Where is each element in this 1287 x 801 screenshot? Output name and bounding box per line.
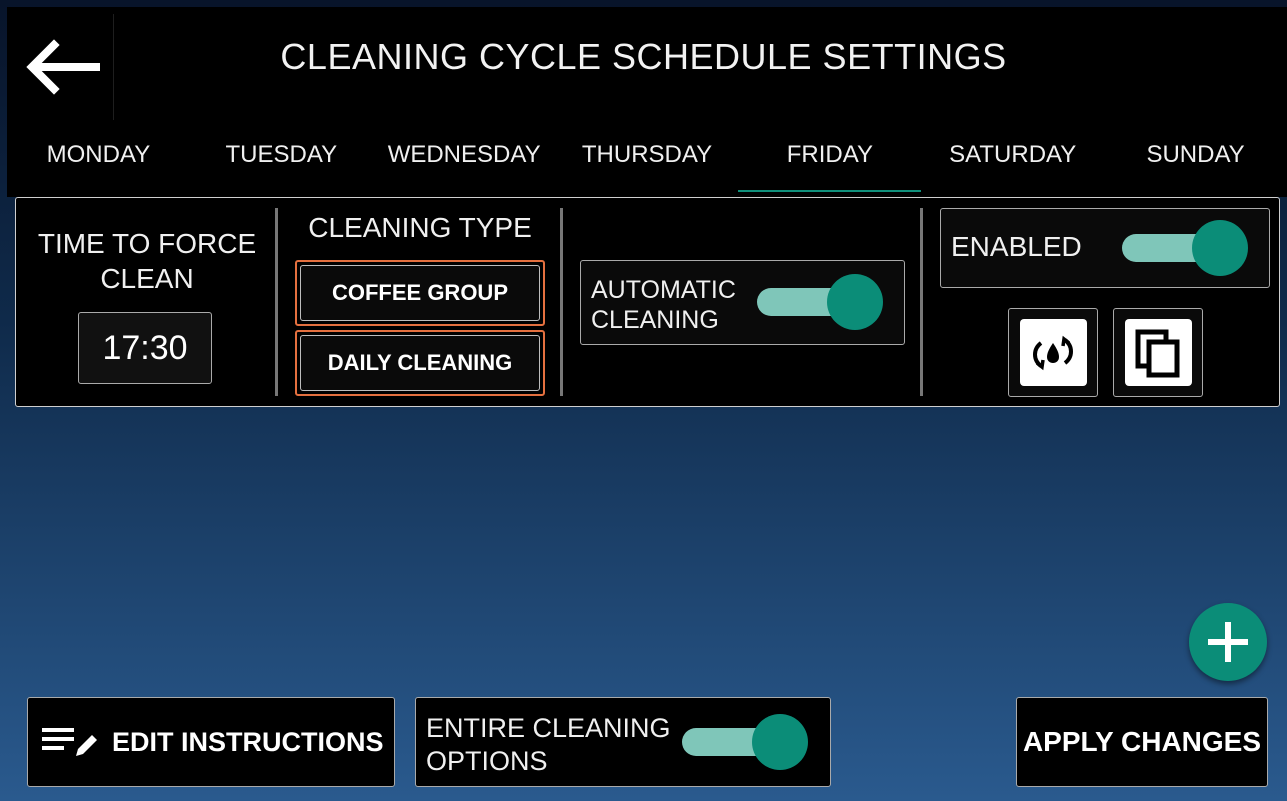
divider <box>560 208 563 396</box>
apply-changes-button[interactable]: APPLY CHANGES <box>1016 697 1268 787</box>
automatic-cleaning-label: AUTOMATIC CLEANING <box>591 276 736 334</box>
tab-sunday[interactable]: SUNDAY <box>1104 120 1287 194</box>
enabled-box: ENABLED <box>940 208 1270 288</box>
automatic-cleaning-box: AUTOMATIC CLEANING <box>580 260 905 345</box>
schedule-entry-panel: TIME TO FORCE CLEAN 17:30 CLEANING TYPE … <box>15 197 1280 407</box>
cleaning-type-label: CLEANING TYPE <box>308 212 532 243</box>
water-cycle-button[interactable] <box>1008 308 1098 397</box>
enabled-toggle[interactable] <box>1122 220 1248 276</box>
automatic-cleaning-toggle[interactable] <box>757 274 883 330</box>
divider <box>920 208 923 396</box>
entire-cleaning-label: ENTIRE CLEANING OPTIONS <box>426 713 671 776</box>
tab-saturday[interactable]: SATURDAY <box>921 120 1104 194</box>
entire-cleaning-options-box: ENTIRE CLEANING OPTIONS <box>415 697 831 787</box>
water-cycle-icon <box>1019 319 1087 386</box>
edit-instructions-label: EDIT INSTRUCTIONS <box>112 726 384 757</box>
tab-thursday[interactable]: THURSDAY <box>556 120 739 194</box>
tab-monday[interactable]: MONDAY <box>7 120 190 194</box>
edit-instructions-button[interactable]: EDIT INSTRUCTIONS <box>27 697 395 787</box>
divider <box>275 208 278 396</box>
toggle-knob <box>827 274 883 330</box>
toggle-knob <box>1192 220 1248 276</box>
enabled-label: ENABLED <box>951 231 1082 262</box>
toggle-knob <box>752 714 808 770</box>
page-title: CLEANING CYCLE SCHEDULE SETTINGS <box>280 36 1007 77</box>
copy-icon <box>1124 319 1192 386</box>
daily-cleaning-button[interactable]: DAILY CLEANING <box>295 330 545 396</box>
daily-cleaning-label: DAILY CLEANING <box>300 335 540 391</box>
day-tabs: MONDAY TUESDAY WEDNESDAY THURSDAY FRIDAY… <box>7 120 1287 194</box>
force-clean-time-input[interactable]: 17:30 <box>78 312 212 384</box>
coffee-group-button[interactable]: COFFEE GROUP <box>295 260 545 326</box>
tab-friday[interactable]: FRIDAY <box>738 120 922 194</box>
entire-cleaning-toggle[interactable] <box>682 714 808 770</box>
force-clean-label: TIME TO FORCE CLEAN <box>37 228 257 294</box>
add-schedule-button[interactable] <box>1189 603 1267 681</box>
copy-button[interactable] <box>1113 308 1203 397</box>
plus-icon <box>1208 622 1248 662</box>
edit-list-icon <box>42 728 97 756</box>
tab-tuesday[interactable]: TUESDAY <box>190 120 373 194</box>
coffee-group-label: COFFEE GROUP <box>300 265 540 321</box>
tab-wednesday[interactable]: WEDNESDAY <box>373 120 556 194</box>
